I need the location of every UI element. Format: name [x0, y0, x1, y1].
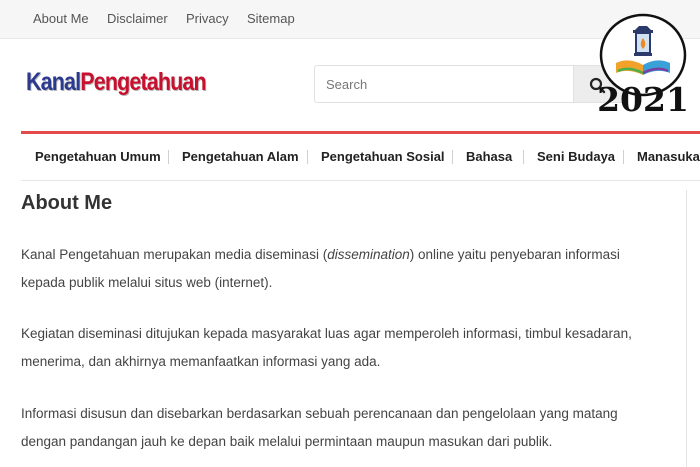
nav-item-pengetahuan-alam[interactable]: Pengetahuan Alam — [182, 149, 299, 164]
paragraph-1-line-2: kepada publik melalui situs web (interne… — [21, 275, 273, 290]
badge-year: 2021 — [599, 80, 687, 117]
content-paragraph-1: Kanal Pengetahuan merupakan media disemi… — [21, 241, 671, 297]
paragraph-1-text-a: Kanal Pengetahuan merupakan media disemi… — [21, 247, 328, 262]
nav-separator — [307, 150, 308, 164]
nav-separator — [452, 150, 453, 164]
paragraph-2-line-1: Kegiatan diseminasi ditujukan kepada mas… — [21, 326, 632, 341]
content-paragraph-2: Kegiatan diseminasi ditujukan kepada mas… — [21, 320, 671, 376]
content-paragraph-3: Informasi disusun dan disebarkan berdasa… — [21, 400, 671, 456]
top-link-privacy[interactable]: Privacy — [186, 11, 229, 26]
logo-text-pengetahuan: Pengetahuan — [80, 68, 206, 96]
logo-text-kanal: Kanal — [26, 68, 81, 96]
nav-separator — [623, 150, 624, 164]
sidebar-panel-edge — [686, 190, 700, 467]
nav-separator — [523, 150, 524, 164]
paragraph-3-line-1: Informasi disusun dan disebarkan berdasa… — [21, 406, 618, 421]
top-link-disclaimer[interactable]: Disclaimer — [107, 11, 168, 26]
main-nav: Pengetahuan Umum Pengetahuan Alam Penget… — [21, 134, 700, 181]
nav-item-seni-budaya[interactable]: Seni Budaya — [537, 149, 615, 164]
paragraph-1-italic-term: dissemination — [327, 247, 410, 262]
nav-item-bahasa[interactable]: Bahasa — [466, 149, 512, 164]
nav-item-pengetahuan-sosial[interactable]: Pengetahuan Sosial — [321, 149, 445, 164]
paragraph-3-line-2: dengan pandangan jauh ke depan baik mela… — [21, 434, 553, 449]
top-bar: About Me Disclaimer Privacy Sitemap — [0, 0, 700, 39]
nav-item-pengetahuan-umum[interactable]: Pengetahuan Umum — [35, 149, 161, 164]
nav-separator — [168, 150, 169, 164]
lantern-book-icon: 2021 — [597, 13, 689, 119]
search-input[interactable] — [314, 65, 574, 103]
year-badge: 2021 — [597, 13, 689, 119]
page-title: About Me — [21, 192, 113, 214]
top-link-about-me[interactable]: About Me — [33, 11, 89, 26]
paragraph-1-text-b: ) online yaitu penyebaran informasi — [409, 247, 620, 262]
site-logo[interactable]: KanalPengetahuan — [26, 68, 207, 100]
top-link-sitemap[interactable]: Sitemap — [247, 11, 295, 26]
nav-item-manasuka[interactable]: Manasuka — [637, 149, 700, 164]
paragraph-2-line-2: menerima, dan akhirnya memanfaatkan info… — [21, 354, 381, 369]
